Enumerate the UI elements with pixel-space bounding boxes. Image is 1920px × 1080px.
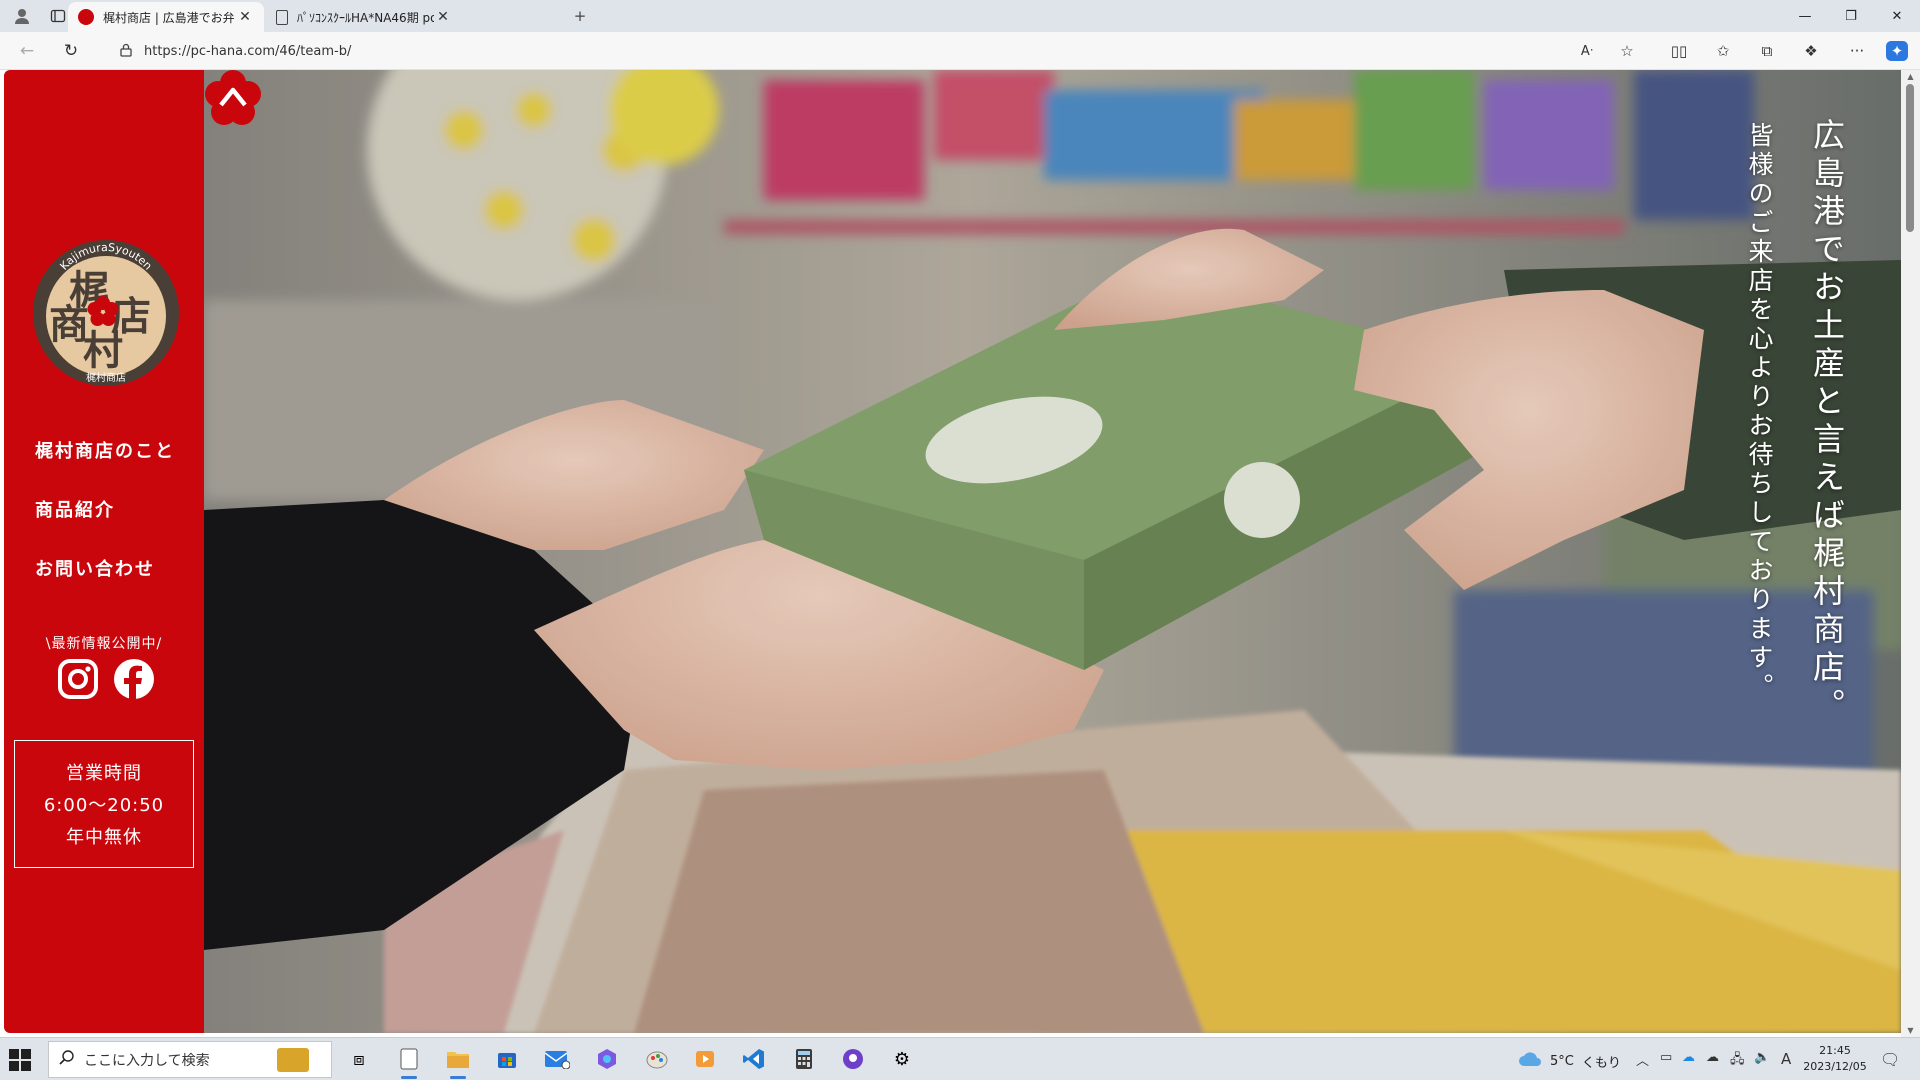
kajimura-favicon-icon — [78, 9, 94, 25]
page-scrollbar[interactable]: ▲ ▼ — [1901, 70, 1920, 1037]
battery-icon[interactable]: ▭ — [1660, 1050, 1672, 1065]
store-icon[interactable] — [494, 1046, 520, 1072]
read-aloud-icon[interactable]: Aᐧ — [1576, 41, 1598, 61]
network-icon[interactable]: 🖧 — [1730, 1050, 1745, 1072]
hero-image: 広島港でお土産と言えば梶村商店。 皆様のご来店を心よりお待ちしております。 — [204, 70, 1901, 1033]
windows-taskbar: ここに入力して検索 ⧈ ⚙ 5°C くもり ︿ ▭ ☁ ☁ 🖧 🔈 A 21:4… — [0, 1037, 1920, 1080]
tab-close-icon[interactable]: ✕ — [236, 9, 254, 25]
url-field[interactable]: https://pc-hana.com/46/team-b/ — [106, 36, 1656, 66]
copilot-app-icon[interactable] — [594, 1046, 620, 1072]
page-viewport: KajimuraSyouten 梶 店 商 村 梶村商店 梶村商店のこと 商品紹… — [0, 70, 1920, 1037]
github-desktop-icon[interactable] — [840, 1046, 866, 1072]
search-placeholder: ここに入力して検索 — [84, 1052, 210, 1069]
ime-indicator[interactable]: A — [1781, 1050, 1791, 1068]
profile-icon[interactable] — [12, 6, 32, 26]
nav-about[interactable]: 梶村商店のこと — [35, 437, 175, 463]
restore-icon[interactable]: ❐ — [1828, 0, 1874, 32]
hero-photo-illustration — [204, 70, 1901, 1033]
browser-tab-bar: 梶村商店 | 広島港でお弁当とお土産 ✕ ﾊﾟｿｺﾝｽｸｰﾙHA*NA46期 p… — [0, 0, 1920, 32]
tab-actions-icon[interactable] — [48, 6, 68, 26]
clock-time: 21:45 — [1819, 1044, 1851, 1057]
facebook-icon[interactable] — [113, 658, 155, 700]
weather-widget[interactable]: 5°C くもり — [1518, 1051, 1621, 1071]
back-icon[interactable]: ← — [14, 39, 40, 63]
more-menu-icon[interactable]: ··· — [1846, 41, 1868, 61]
scroll-down-icon[interactable]: ▼ — [1901, 1026, 1920, 1035]
collections-icon[interactable]: ⧉ — [1756, 41, 1778, 61]
weather-condition: くもり — [1581, 1055, 1621, 1071]
logo-char-4: 村 — [83, 327, 123, 374]
minimize-icon[interactable]: — — [1782, 0, 1828, 32]
hours-time: 6:00〜20:50 — [43, 795, 165, 816]
windows-start-icon[interactable] — [9, 1049, 31, 1071]
favorites-icon[interactable]: ✩ — [1712, 41, 1734, 61]
vscode-icon[interactable] — [741, 1046, 767, 1072]
cloud-icon — [1518, 1051, 1542, 1071]
copilot-icon[interactable]: ✦ — [1886, 41, 1908, 61]
volume-icon[interactable]: 🔈 — [1754, 1050, 1770, 1065]
tab-portfolio[interactable]: ﾊﾟｿｺﾝｽｸｰﾙHA*NA46期 portfolio ✕ — [266, 2, 462, 32]
paint-icon[interactable] — [644, 1046, 670, 1072]
media-player-icon[interactable] — [692, 1046, 718, 1072]
network-cloud-icon[interactable]: ☁ — [1706, 1050, 1719, 1065]
instagram-icon[interactable] — [57, 658, 99, 700]
kajimura-logo[interactable]: KajimuraSyouten 梶 店 商 村 梶村商店 — [31, 238, 181, 388]
logo-bottom-label: 梶村商店 — [86, 371, 126, 384]
taskbar-search-box[interactable]: ここに入力して検索 — [48, 1041, 332, 1078]
settings-icon[interactable]: ⚙ — [889, 1046, 915, 1072]
sns-links — [57, 658, 155, 700]
tab-kajimura[interactable]: 梶村商店 | 広島港でお弁当とお土産 ✕ — [68, 2, 264, 32]
close-window-icon[interactable]: ✕ — [1874, 0, 1920, 32]
page-icon — [276, 9, 288, 25]
search-highlight-icon — [277, 1048, 309, 1072]
tab-title: ﾊﾟｿｺﾝｽｸｰﾙHA*NA46期 portfolio — [297, 10, 434, 25]
favorite-star-icon[interactable]: ☆ — [1616, 41, 1638, 61]
business-hours-box: 営業時間 6:00〜20:50 年中無休 — [14, 740, 194, 868]
nav-products[interactable]: 商品紹介 — [35, 496, 115, 522]
url-text: https://pc-hana.com/46/team-b/ — [144, 43, 352, 59]
extensions-icon[interactable]: ❖ — [1800, 41, 1822, 61]
taskbar-clock[interactable]: 21:45 2023/12/05 — [1800, 1043, 1870, 1075]
mail-icon[interactable] — [544, 1046, 570, 1072]
hours-title: 営業時間 — [66, 763, 142, 784]
weather-temp: 5°C — [1550, 1053, 1574, 1069]
search-icon — [59, 1050, 74, 1069]
notification-icon[interactable]: 🗨 — [1880, 1050, 1900, 1069]
back-to-top-button[interactable] — [204, 70, 262, 128]
notepad-icon[interactable] — [396, 1046, 422, 1079]
hero-catchphrase: 広島港でお土産と言えば梶村商店。 — [1808, 118, 1846, 726]
hours-holiday: 年中無休 — [66, 827, 142, 848]
new-tab-icon[interactable]: + — [570, 6, 590, 26]
tray-overflow-icon[interactable]: ︿ — [1636, 1050, 1649, 1069]
task-view-icon[interactable]: ⧈ — [346, 1046, 372, 1072]
scroll-up-icon[interactable]: ▲ — [1901, 72, 1920, 81]
calculator-icon[interactable] — [791, 1046, 817, 1072]
onedrive-icon[interactable]: ☁ — [1682, 1050, 1695, 1065]
lock-icon — [120, 42, 132, 61]
news-note: \最新情報公開中/ — [45, 636, 163, 652]
clock-date: 2023/12/05 — [1803, 1060, 1867, 1073]
nav-contact[interactable]: お問い合わせ — [35, 555, 155, 581]
address-bar: ← ↻ https://pc-hana.com/46/team-b/ Aᐧ ☆ … — [0, 32, 1920, 70]
split-screen-icon[interactable]: ▯▯ — [1668, 41, 1690, 61]
refresh-icon[interactable]: ↻ — [58, 39, 84, 63]
tab-close-icon[interactable]: ✕ — [434, 9, 452, 25]
tab-title: 梶村商店 | 広島港でお弁当とお土産 — [103, 10, 236, 25]
sidebar: KajimuraSyouten 梶 店 商 村 梶村商店 梶村商店のこと 商品紹… — [4, 70, 204, 1033]
scroll-thumb[interactable] — [1906, 84, 1914, 232]
hero-subcopy: 皆様のご来店を心よりお待ちしております。 — [1745, 122, 1774, 702]
file-explorer-icon[interactable] — [445, 1046, 471, 1079]
